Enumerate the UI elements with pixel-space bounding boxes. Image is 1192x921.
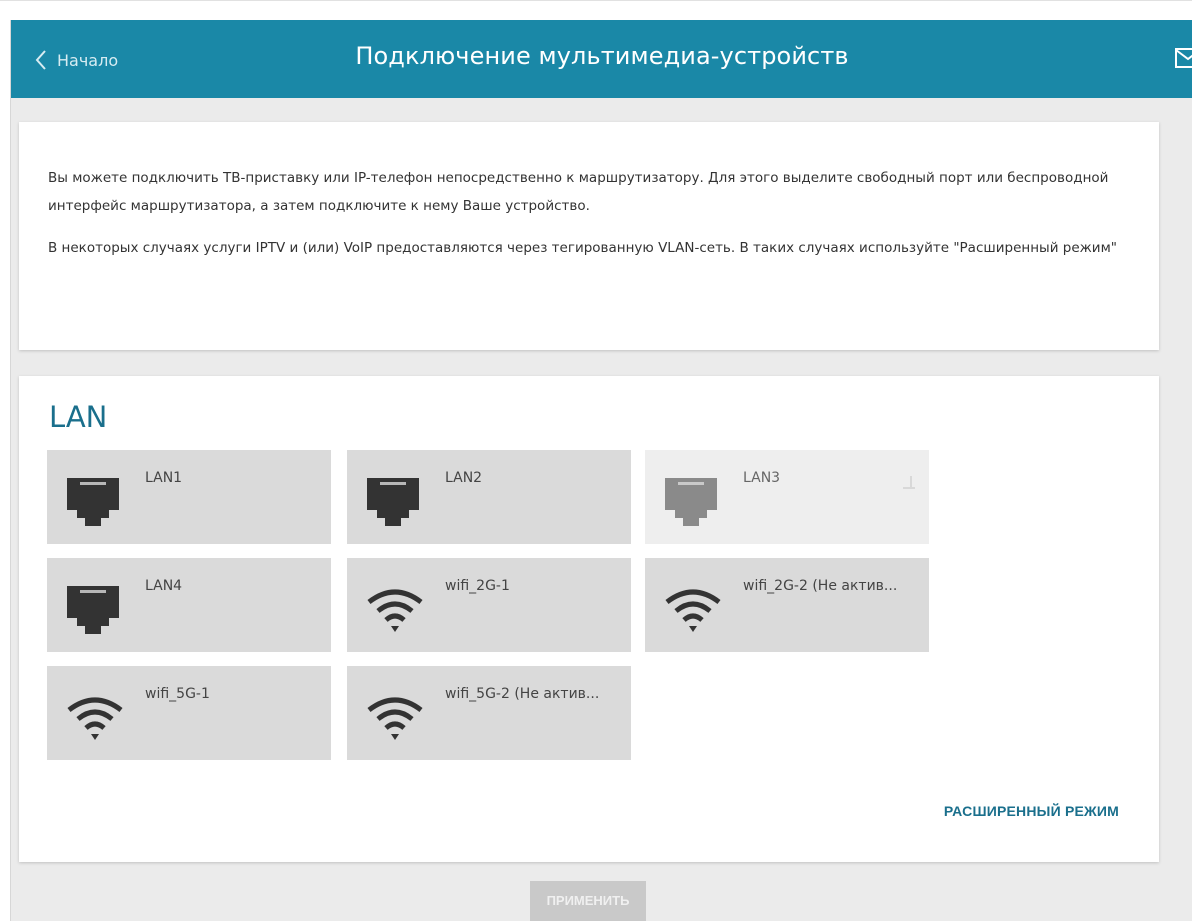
port-tile-wifi-5g-2[interactable]: wifi_5G-2 (Не актив... [347, 666, 631, 760]
info-paragraph-2: В некоторых случаях услуги IPTV и (или) … [48, 240, 1117, 256]
ethernet-port-icon [67, 478, 119, 526]
port-label: LAN1 [145, 470, 183, 486]
apply-button[interactable]: ПРИМЕНИТЬ [530, 881, 646, 921]
advanced-mode-link[interactable]: РАСШИРЕННЫЙ РЕЖИМ [944, 803, 1119, 819]
pin-icon [903, 476, 915, 489]
port-tile-wifi-5g-1[interactable]: wifi_5G-1 [47, 666, 331, 760]
ethernet-port-icon [367, 478, 419, 526]
wifi-icon [67, 697, 123, 740]
ethernet-port-icon [665, 478, 717, 526]
page-header: Начало Подключение мультимедиа-устройств [11, 20, 1192, 98]
port-tile-lan2[interactable]: LAN2 [347, 450, 631, 544]
info-paragraph-1: Вы можете подключить ТВ-приставку или IP… [48, 170, 1109, 214]
port-label: wifi_2G-2 (Не актив... [743, 578, 898, 594]
lan-card: LAN LAN1 LAN2 LAN3 LAN4 wifi_2G-1 wifi_2… [19, 376, 1159, 862]
port-tile-lan1[interactable]: LAN1 [47, 450, 331, 544]
top-border [0, 0, 1192, 1]
ethernet-port-icon [67, 586, 119, 634]
page-title: Подключение мультимедиа-устройств [355, 42, 849, 70]
app-frame: Начало Подключение мультимедиа-устройств… [10, 20, 1192, 921]
port-label: wifi_2G-1 [445, 578, 510, 594]
wifi-icon [367, 589, 423, 632]
port-label: wifi_5G-2 (Не актив... [445, 686, 600, 702]
port-tile-wifi-2g-2[interactable]: wifi_2G-2 (Не актив... [645, 558, 929, 652]
wifi-icon [367, 697, 423, 740]
port-label: LAN2 [445, 470, 483, 486]
wifi-icon [665, 589, 721, 632]
port-tile-lan4[interactable]: LAN4 [47, 558, 331, 652]
port-label: LAN4 [145, 578, 183, 594]
info-text: Вы можете подключить ТВ-приставку или IP… [48, 164, 1128, 276]
lan-section-title: LAN [49, 400, 108, 434]
port-label: wifi_5G-1 [145, 686, 210, 702]
mail-icon[interactable] [1175, 48, 1192, 68]
port-tile-lan3[interactable]: LAN3 [645, 450, 929, 544]
info-card: Вы можете подключить ТВ-приставку или IP… [19, 122, 1159, 350]
port-tile-wifi-2g-1[interactable]: wifi_2G-1 [347, 558, 631, 652]
port-label: LAN3 [743, 470, 781, 486]
